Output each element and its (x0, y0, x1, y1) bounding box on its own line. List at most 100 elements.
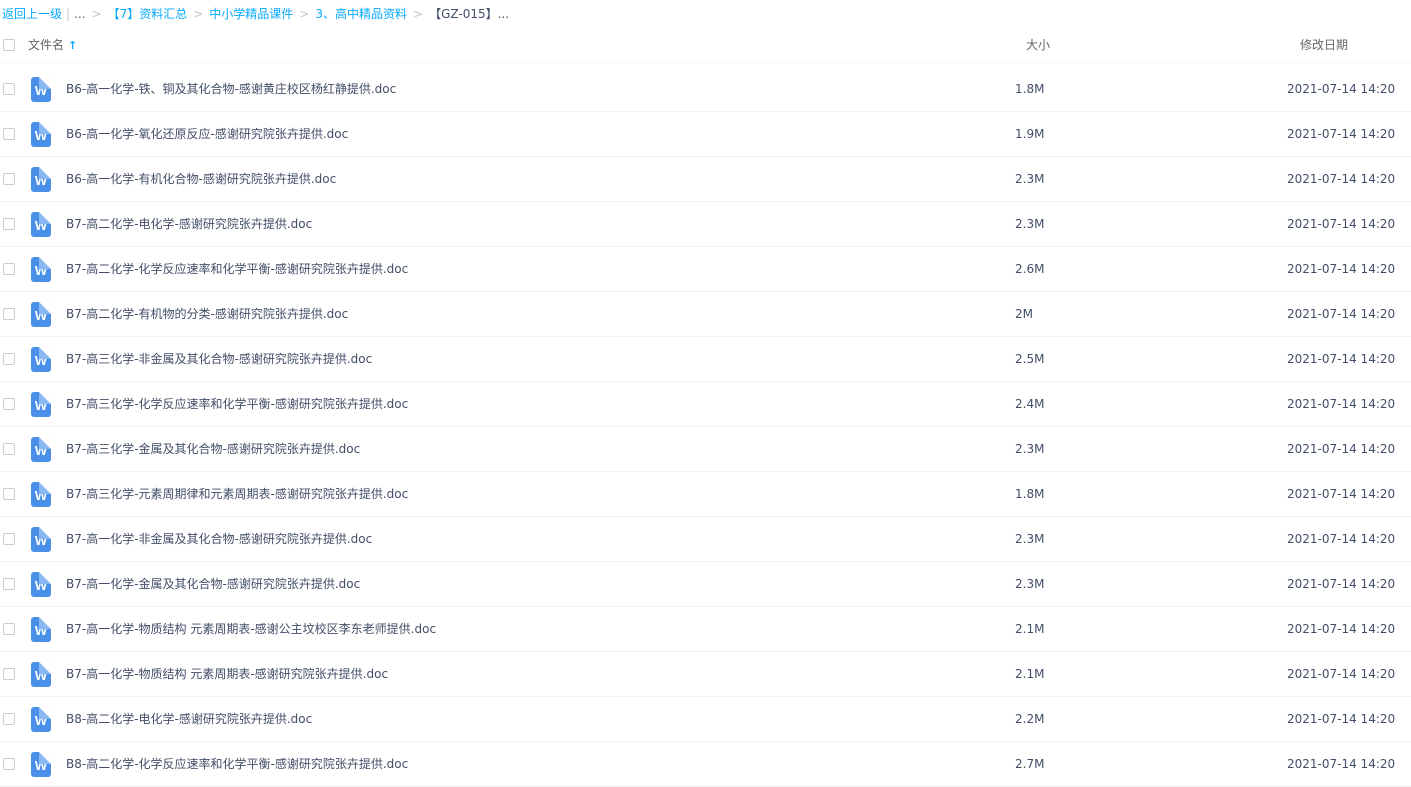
file-date: 2021-07-14 14:20 (1287, 172, 1396, 186)
row-checkbox[interactable] (3, 263, 15, 275)
file-row[interactable]: W B7-高二化学-有机物的分类-感谢研究院张卉提供.doc 2M 2021-07-1… (0, 292, 1411, 337)
row-checkbox[interactable] (3, 308, 15, 320)
row-checkbox[interactable] (3, 443, 15, 455)
row-checkbox[interactable] (3, 533, 15, 545)
chevron-right-icon: > (413, 7, 424, 21)
row-checkbox[interactable] (3, 758, 15, 770)
file-name[interactable]: B6-高一化学-铁、铜及其化合物-感谢黄庄校区杨红静提供.doc (66, 67, 396, 112)
word-doc-icon-letter: W (34, 623, 48, 638)
breadcrumb: 返回上一级 |... > 【7】资料汇总 > 中小学精品课件 >3、高中精品资料 > 【GZ-0… (0, 0, 1411, 28)
file-size: 2M (1015, 307, 1033, 321)
word-doc-icon: W (31, 77, 51, 102)
file-row[interactable]: W B8-高二化学-化学反应速率和化学平衡-感谢研究院张卉提供.doc 2.7M 20… (0, 742, 1411, 787)
select-all-checkbox[interactable] (3, 39, 15, 51)
file-name[interactable]: B7-高三化学-非金属及其化合物-感谢研究院张卉提供.doc (66, 337, 372, 382)
file-date: 2021-07-14 14:20 (1287, 532, 1396, 546)
file-row[interactable]: W B6-高一化学-铁、铜及其化合物-感谢黄庄校区杨红静提供.doc 1.8M 202… (0, 67, 1411, 112)
row-checkbox[interactable] (3, 668, 15, 680)
breadcrumb-item[interactable]: 3、高中精品资料 (315, 7, 407, 21)
file-name[interactable]: B6-高一化学-有机化合物-感谢研究院张卉提供.doc (66, 157, 336, 202)
word-doc-icon: W (31, 707, 51, 732)
word-doc-icon: W (31, 572, 51, 597)
word-doc-icon-letter: W (34, 128, 48, 143)
word-doc-icon-letter: W (34, 173, 48, 188)
row-checkbox[interactable] (3, 218, 15, 230)
file-name[interactable]: B7-高二化学-电化学-感谢研究院张卉提供.doc (66, 202, 312, 247)
column-name-label: 文件名 (28, 38, 65, 52)
file-row[interactable]: W B7-高三化学-化学反应速率和化学平衡-感谢研究院张卉提供.doc 2.4M 20… (0, 382, 1411, 427)
row-checkbox[interactable] (3, 488, 15, 500)
file-row[interactable]: W B7-高二化学-化学反应速率和化学平衡-感谢研究院张卉提供.doc 2.6M 20… (0, 247, 1411, 292)
file-date: 2021-07-14 14:20 (1287, 217, 1396, 231)
word-doc-icon: W (31, 347, 51, 372)
file-size: 2.6M (1015, 262, 1045, 276)
file-size: 2.7M (1015, 757, 1045, 771)
file-row[interactable]: W B7-高三化学-金属及其化合物-感谢研究院张卉提供.doc 2.3M 2021-0… (0, 427, 1411, 472)
word-doc-icon: W (31, 527, 51, 552)
file-row[interactable]: W B6-高一化学-有机化合物-感谢研究院张卉提供.doc 2.3M 2021-07-… (0, 157, 1411, 202)
row-checkbox[interactable] (3, 623, 15, 635)
file-size: 2.3M (1015, 532, 1045, 546)
file-name[interactable]: B7-高一化学-金属及其化合物-感谢研究院张卉提供.doc (66, 562, 360, 607)
file-date: 2021-07-14 14:20 (1287, 622, 1396, 636)
file-name[interactable]: B7-高三化学-元素周期律和元素周期表-感谢研究院张卉提供.doc (66, 472, 408, 517)
back-link[interactable]: 返回上一级 (2, 7, 62, 21)
file-row[interactable]: W B7-高三化学-非金属及其化合物-感谢研究院张卉提供.doc 2.5M 2021-… (0, 337, 1411, 382)
word-doc-icon: W (31, 257, 51, 282)
row-checkbox[interactable] (3, 173, 15, 185)
word-doc-icon-letter: W (34, 758, 48, 773)
file-row[interactable]: W B7-高一化学-物质结构 元素周期表-感谢公主坟校区李东老师提供.doc 2.1… (0, 607, 1411, 652)
file-size: 2.3M (1015, 217, 1045, 231)
file-row[interactable]: W B7-高一化学-物质结构 元素周期表-感谢研究院张卉提供.doc 2.1M 202… (0, 652, 1411, 697)
file-row[interactable]: W B7-高一化学-金属及其化合物-感谢研究院张卉提供.doc 2.3M 2021-0… (0, 562, 1411, 607)
file-list: W B6-高一化学-铁、铜及其化合物-感谢黄庄校区杨红静提供.doc 1.8M 202… (0, 67, 1411, 787)
file-size: 2.3M (1015, 442, 1045, 456)
breadcrumb-ellipsis[interactable]: ... (74, 7, 85, 21)
file-date: 2021-07-14 14:20 (1287, 307, 1396, 321)
chevron-right-icon: > (193, 7, 204, 21)
column-header-size[interactable]: 大小 (1026, 28, 1050, 62)
file-size: 2.1M (1015, 667, 1045, 681)
row-checkbox[interactable] (3, 398, 15, 410)
file-date: 2021-07-14 14:20 (1287, 82, 1396, 96)
file-name[interactable]: B8-高二化学-电化学-感谢研究院张卉提供.doc (66, 697, 312, 742)
word-doc-icon-letter: W (34, 218, 48, 233)
file-list-header: 文件名 ↑ 大小 修改日期 (0, 28, 1411, 63)
file-date: 2021-07-14 14:20 (1287, 667, 1396, 681)
file-name[interactable]: B7-高二化学-有机物的分类-感谢研究院张卉提供.doc (66, 292, 348, 337)
column-header-date[interactable]: 修改日期 (1300, 28, 1348, 62)
word-doc-icon: W (31, 212, 51, 237)
file-name[interactable]: B8-高二化学-化学反应速率和化学平衡-感谢研究院张卉提供.doc (66, 742, 408, 787)
file-row[interactable]: W B6-高一化学-氧化还原反应-感谢研究院张卉提供.doc 1.9M 2021-07… (0, 112, 1411, 157)
file-date: 2021-07-14 14:20 (1287, 487, 1396, 501)
file-date: 2021-07-14 14:20 (1287, 757, 1396, 771)
file-name[interactable]: B7-高一化学-物质结构 元素周期表-感谢研究院张卉提供.doc (66, 652, 388, 697)
file-row[interactable]: W B7-高二化学-电化学-感谢研究院张卉提供.doc 2.3M 2021-07-14… (0, 202, 1411, 247)
file-row[interactable]: W B8-高二化学-电化学-感谢研究院张卉提供.doc 2.2M 2021-07-14… (0, 697, 1411, 742)
file-row[interactable]: W B7-高一化学-非金属及其化合物-感谢研究院张卉提供.doc 2.3M 2021-… (0, 517, 1411, 562)
word-doc-icon: W (31, 617, 51, 642)
word-doc-icon: W (31, 662, 51, 687)
row-checkbox[interactable] (3, 353, 15, 365)
word-doc-icon-letter: W (34, 533, 48, 548)
word-doc-icon: W (31, 122, 51, 147)
row-checkbox[interactable] (3, 578, 15, 590)
column-header-name[interactable]: 文件名 ↑ (28, 28, 77, 63)
file-size: 2.2M (1015, 712, 1045, 726)
file-name[interactable]: B6-高一化学-氧化还原反应-感谢研究院张卉提供.doc (66, 112, 348, 157)
breadcrumb-item[interactable]: 中小学精品课件 (209, 7, 293, 21)
row-checkbox[interactable] (3, 128, 15, 140)
file-name[interactable]: B7-高一化学-物质结构 元素周期表-感谢公主坟校区李东老师提供.doc (66, 607, 436, 652)
row-checkbox[interactable] (3, 713, 15, 725)
file-name[interactable]: B7-高三化学-金属及其化合物-感谢研究院张卉提供.doc (66, 427, 360, 472)
file-name[interactable]: B7-高三化学-化学反应速率和化学平衡-感谢研究院张卉提供.doc (66, 382, 408, 427)
breadcrumb-current: 【GZ-015】... (429, 7, 510, 21)
word-doc-icon-letter: W (34, 668, 48, 683)
chevron-right-icon: > (299, 7, 310, 21)
row-checkbox[interactable] (3, 83, 15, 95)
breadcrumb-item[interactable]: 【7】资料汇总 (108, 7, 188, 21)
file-name[interactable]: B7-高一化学-非金属及其化合物-感谢研究院张卉提供.doc (66, 517, 372, 562)
sort-ascending-icon: ↑ (68, 39, 78, 52)
file-row[interactable]: W B7-高三化学-元素周期律和元素周期表-感谢研究院张卉提供.doc 1.8M 20… (0, 472, 1411, 517)
file-name[interactable]: B7-高二化学-化学反应速率和化学平衡-感谢研究院张卉提供.doc (66, 247, 408, 292)
